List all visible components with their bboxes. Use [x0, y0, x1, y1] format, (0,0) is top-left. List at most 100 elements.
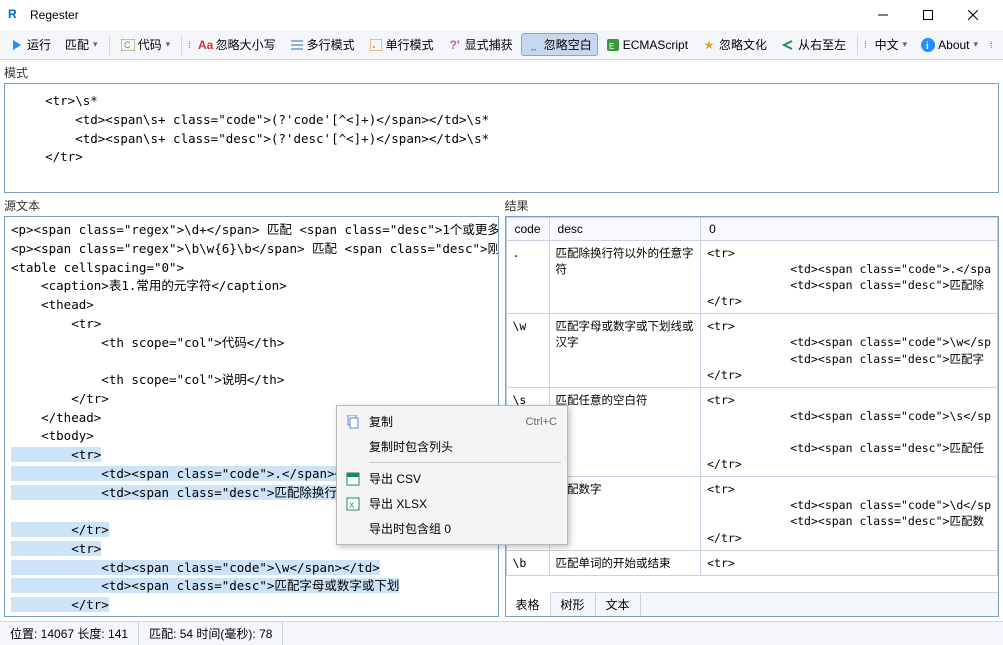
table-header-row: code desc 0 — [506, 218, 998, 241]
menu-export-csv[interactable]: 导出 CSV — [339, 466, 565, 491]
code-button[interactable]: C 代码 ▾ — [115, 33, 177, 56]
pattern-panel: 模式 <tr>\s* <td><span\s+ class="code">(?'… — [4, 64, 999, 193]
cell-0: <tr> <td><span class="code">\w</sp <td><… — [701, 314, 998, 387]
ignore-whitespace-button[interactable]: ⎵忽略空白 — [521, 33, 598, 56]
col-code[interactable]: code — [506, 218, 549, 241]
separator — [181, 35, 182, 55]
results-label: 结果 — [505, 197, 1000, 214]
results-table: code desc 0 .匹配除换行符以外的任意字符<tr> <td><span… — [506, 217, 999, 576]
chevron-down-icon: ▾ — [903, 39, 908, 50]
app-icon: R — [8, 7, 24, 23]
cell-code: \b — [506, 550, 549, 575]
col-desc[interactable]: desc — [549, 218, 701, 241]
singleline-label: 单行模式 — [386, 36, 434, 53]
info-icon: i — [921, 38, 935, 52]
about-button[interactable]: iAbout▾ — [915, 35, 984, 55]
cell-0: <tr> <td><span class="code">.</spa <td><… — [701, 241, 998, 314]
menu-group0-label: 导出时包含组 0 — [369, 520, 451, 537]
svg-text:i: i — [926, 41, 929, 52]
window-controls — [860, 1, 995, 29]
results-tabs: 表格 树形 文本 — [506, 592, 999, 616]
status-match: 匹配: 54 时间(毫秒): 78 — [139, 622, 283, 645]
menu-copy-with-header[interactable]: 复制时包含列头 — [339, 434, 565, 459]
menu-csv-label: 导出 CSV — [369, 470, 421, 487]
table-row[interactable]: \b匹配单词的开始或结束<tr> — [506, 550, 998, 575]
singleline-button[interactable]: 单行模式 — [363, 33, 440, 56]
table-row[interactable]: \w匹配字母或数字或下划线或汉字<tr> <td><span class="co… — [506, 314, 998, 387]
ignore-case-button[interactable]: Aa忽略大小写 — [193, 33, 282, 56]
xlsx-icon: X — [345, 496, 361, 512]
chevron-icon[interactable]: ⁞ — [864, 40, 867, 50]
explicit-capture-button[interactable]: ?'显式捕获 — [442, 33, 519, 56]
status-bar: 位置: 14067 长度: 141 匹配: 54 时间(毫秒): 78 — [0, 621, 1003, 645]
source-label: 源文本 — [4, 197, 499, 214]
case-icon: Aa — [199, 38, 213, 52]
run-button[interactable]: 运行 — [4, 33, 57, 56]
results-table-scroll[interactable]: code desc 0 .匹配除换行符以外的任意字符<tr> <td><span… — [506, 217, 999, 592]
col-0[interactable]: 0 — [701, 218, 998, 241]
run-label: 运行 — [27, 36, 51, 53]
cell-desc: 匹配单词的开始或结束 — [549, 550, 701, 575]
menu-separator — [369, 462, 561, 463]
maximize-button[interactable] — [905, 1, 950, 29]
ecmascript-button[interactable]: E ECMAScript — [600, 35, 694, 55]
menu-export-xlsx[interactable]: X 导出 XLSX — [339, 491, 565, 516]
cell-code: \w — [506, 314, 549, 387]
match-label: 匹配 — [65, 36, 89, 53]
cell-0: <tr> — [701, 550, 998, 575]
play-icon — [10, 38, 24, 52]
pattern-input[interactable]: <tr>\s* <td><span\s+ class="code">(?'cod… — [4, 83, 999, 193]
menu-export-group0[interactable]: 导出时包含组 0 — [339, 516, 565, 541]
lang-label: 中文 — [875, 36, 899, 53]
svg-text:X: X — [349, 501, 355, 510]
multiline-label: 多行模式 — [307, 36, 355, 53]
tab-text[interactable]: 文本 — [596, 593, 641, 616]
ignore-culture-button[interactable]: ★忽略文化 — [696, 33, 773, 56]
ignore-case-label: 忽略大小写 — [216, 36, 276, 53]
multiline-icon — [290, 38, 304, 52]
csv-icon — [345, 471, 361, 487]
menu-copy-header-label: 复制时包含列头 — [369, 438, 453, 455]
table-row[interactable]: \s匹配任意的空白符<tr> <td><span class="code">\s… — [506, 387, 998, 476]
table-row[interactable]: .匹配除换行符以外的任意字符<tr> <td><span class="code… — [506, 241, 998, 314]
code-label: 代码 — [138, 36, 162, 53]
ecmascript-label: ECMAScript — [623, 38, 688, 52]
tab-table[interactable]: 表格 — [506, 592, 551, 616]
match-button[interactable]: 匹配▾ — [59, 33, 104, 56]
rtl-label: 从右至左 — [798, 36, 846, 53]
close-button[interactable] — [950, 1, 995, 29]
table-row[interactable]: \d匹配数字<tr> <td><span class="code">\d</sp… — [506, 477, 998, 550]
cell-desc: 匹配除换行符以外的任意字符 — [549, 241, 701, 314]
singleline-icon — [369, 38, 383, 52]
cell-0: <tr> <td><span class="code">\s</sp <td><… — [701, 387, 998, 476]
svg-text:E: E — [609, 42, 614, 51]
chevron-down-icon: ▾ — [166, 39, 171, 50]
chevron-icon[interactable]: ⁞ — [990, 40, 993, 50]
svg-text:C: C — [124, 40, 131, 50]
cell-desc: 匹配字母或数字或下划线或汉字 — [549, 314, 701, 387]
minimize-button[interactable] — [860, 1, 905, 29]
rtl-button[interactable]: 从右至左 — [775, 33, 852, 56]
capture-icon: ?' — [448, 38, 462, 52]
menu-copy[interactable]: 复制 Ctrl+C — [339, 409, 565, 434]
pattern-label: 模式 — [4, 64, 999, 81]
lang-button[interactable]: 中文 ▾ — [869, 33, 914, 56]
chevron-icon[interactable]: ⁞ — [188, 40, 191, 50]
menu-xlsx-label: 导出 XLSX — [369, 495, 427, 512]
status-position: 位置: 14067 长度: 141 — [0, 622, 139, 645]
menu-copy-shortcut: Ctrl+C — [526, 416, 557, 428]
results-panel: 结果 code desc 0 .匹配除换行符以外的任意字符<tr> <td><s… — [505, 197, 1000, 617]
multiline-button[interactable]: 多行模式 — [284, 33, 361, 56]
cell-code: . — [506, 241, 549, 314]
copy-icon — [345, 414, 361, 430]
separator — [857, 35, 858, 55]
explicit-capture-label: 显式捕获 — [465, 36, 513, 53]
tab-tree[interactable]: 树形 — [551, 593, 596, 616]
ecma-icon: E — [606, 38, 620, 52]
titlebar: R Regester — [0, 0, 1003, 30]
window-title: Regester — [30, 8, 860, 22]
code-icon: C — [121, 38, 135, 52]
separator — [109, 35, 110, 55]
ignore-culture-label: 忽略文化 — [719, 36, 767, 53]
about-label: About — [938, 38, 969, 52]
